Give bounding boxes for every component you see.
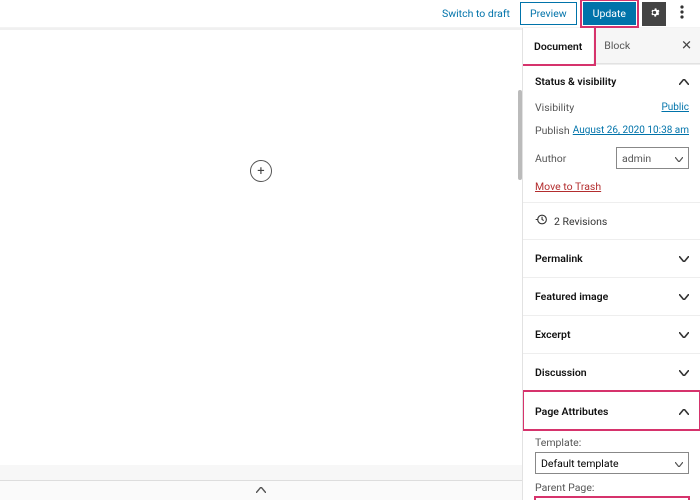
tab-document[interactable]: Document [523, 28, 593, 64]
chevron-up-icon [679, 74, 689, 88]
chevron-down-icon [675, 152, 683, 165]
panel-permalink[interactable]: Permalink [523, 239, 700, 277]
metabox-toggle[interactable] [0, 480, 522, 500]
panel-excerpt[interactable]: Excerpt [523, 315, 700, 353]
editor-canvas[interactable]: + [0, 28, 522, 500]
move-to-trash-link[interactable]: Move to Trash [535, 180, 601, 193]
template-label: Template: [535, 436, 689, 449]
revisions-text: 2 Revisions [554, 215, 607, 228]
panel-discussion[interactable]: Discussion [523, 353, 700, 391]
settings-button[interactable] [642, 2, 666, 26]
close-sidebar-button[interactable]: ✕ [681, 38, 692, 53]
editor-topbar: Switch to draft Preview Update [0, 0, 700, 28]
panel-attributes-header[interactable]: Page Attributes [523, 392, 700, 430]
author-label: Author [535, 152, 566, 165]
visibility-value-link[interactable]: Public [661, 102, 689, 113]
chevron-down-icon [679, 328, 689, 341]
chevron-down-icon [679, 366, 689, 379]
panel-title: Status & visibility [535, 75, 616, 88]
revisions-link[interactable]: 2 Revisions [523, 202, 700, 239]
tab-block[interactable]: Block [593, 29, 641, 62]
gear-icon [648, 4, 661, 23]
parent-page-label: Parent Page: [535, 481, 689, 494]
settings-sidebar: Document Block ✕ Status & visibility Vis… [522, 28, 700, 500]
author-select[interactable]: admin [616, 147, 689, 169]
chevron-down-icon [675, 457, 683, 470]
switch-to-draft-link[interactable]: Switch to draft [438, 7, 514, 20]
preview-button[interactable]: Preview [520, 2, 577, 25]
template-select[interactable]: Default template [535, 452, 689, 474]
publish-label: Publish [535, 124, 570, 137]
chevron-up-icon [679, 404, 689, 418]
publish-date-link[interactable]: August 26, 2020 10:38 am [573, 125, 689, 136]
update-button[interactable]: Update [583, 2, 636, 25]
panel-status-visibility: Status & visibility Visibility Public Pu… [523, 64, 700, 202]
panel-attributes-body: Template: Default template Parent Page: … [523, 430, 700, 500]
panel-status-header[interactable]: Status & visibility [535, 74, 689, 88]
panel-page-attributes: Page Attributes [523, 391, 700, 430]
more-options-button[interactable] [672, 2, 692, 26]
dots-vertical-icon [680, 4, 684, 23]
chevron-down-icon [679, 290, 689, 303]
caret-up-icon [256, 485, 266, 496]
add-block-button[interactable]: + [250, 160, 272, 182]
chevron-down-icon [679, 252, 689, 265]
close-icon: ✕ [681, 38, 692, 53]
sidebar-tabs: Document Block ✕ [523, 28, 700, 64]
panel-featured-image[interactable]: Featured image [523, 277, 700, 315]
history-icon [535, 213, 548, 229]
plus-icon: + [257, 165, 264, 178]
visibility-label: Visibility [535, 101, 574, 114]
